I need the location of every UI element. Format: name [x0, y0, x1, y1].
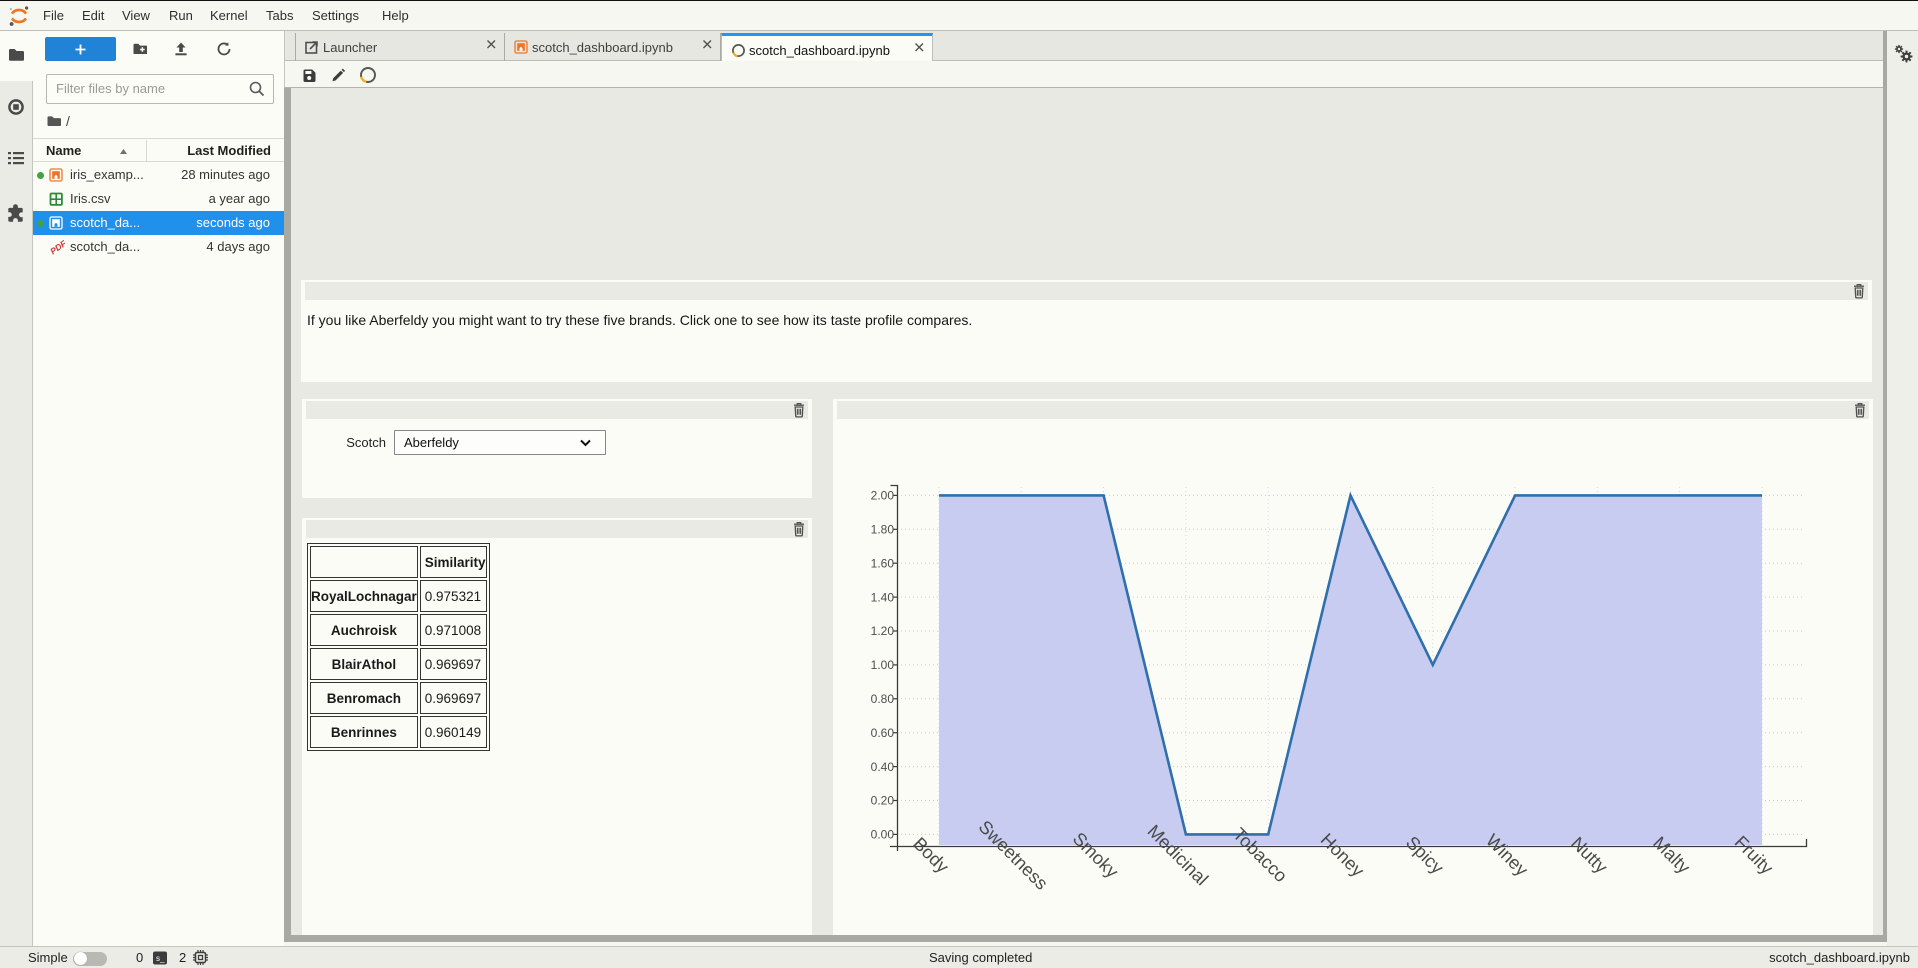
svg-text:1.00: 1.00: [871, 658, 895, 672]
svg-text:2.00: 2.00: [871, 489, 895, 503]
svg-text:0.80: 0.80: [871, 692, 895, 706]
svg-text:s_: s_: [156, 954, 165, 963]
svg-text:PDF: PDF: [48, 238, 68, 256]
svg-text:1.80: 1.80: [871, 523, 895, 537]
svg-text:1.20: 1.20: [871, 624, 895, 638]
svg-text:0.60: 0.60: [871, 726, 895, 740]
svg-text:1.60: 1.60: [871, 556, 895, 570]
svg-text:1.40: 1.40: [871, 590, 895, 604]
svg-text:0.20: 0.20: [871, 794, 895, 808]
svg-text:0.40: 0.40: [871, 760, 895, 774]
svg-text:0.00: 0.00: [871, 828, 895, 842]
